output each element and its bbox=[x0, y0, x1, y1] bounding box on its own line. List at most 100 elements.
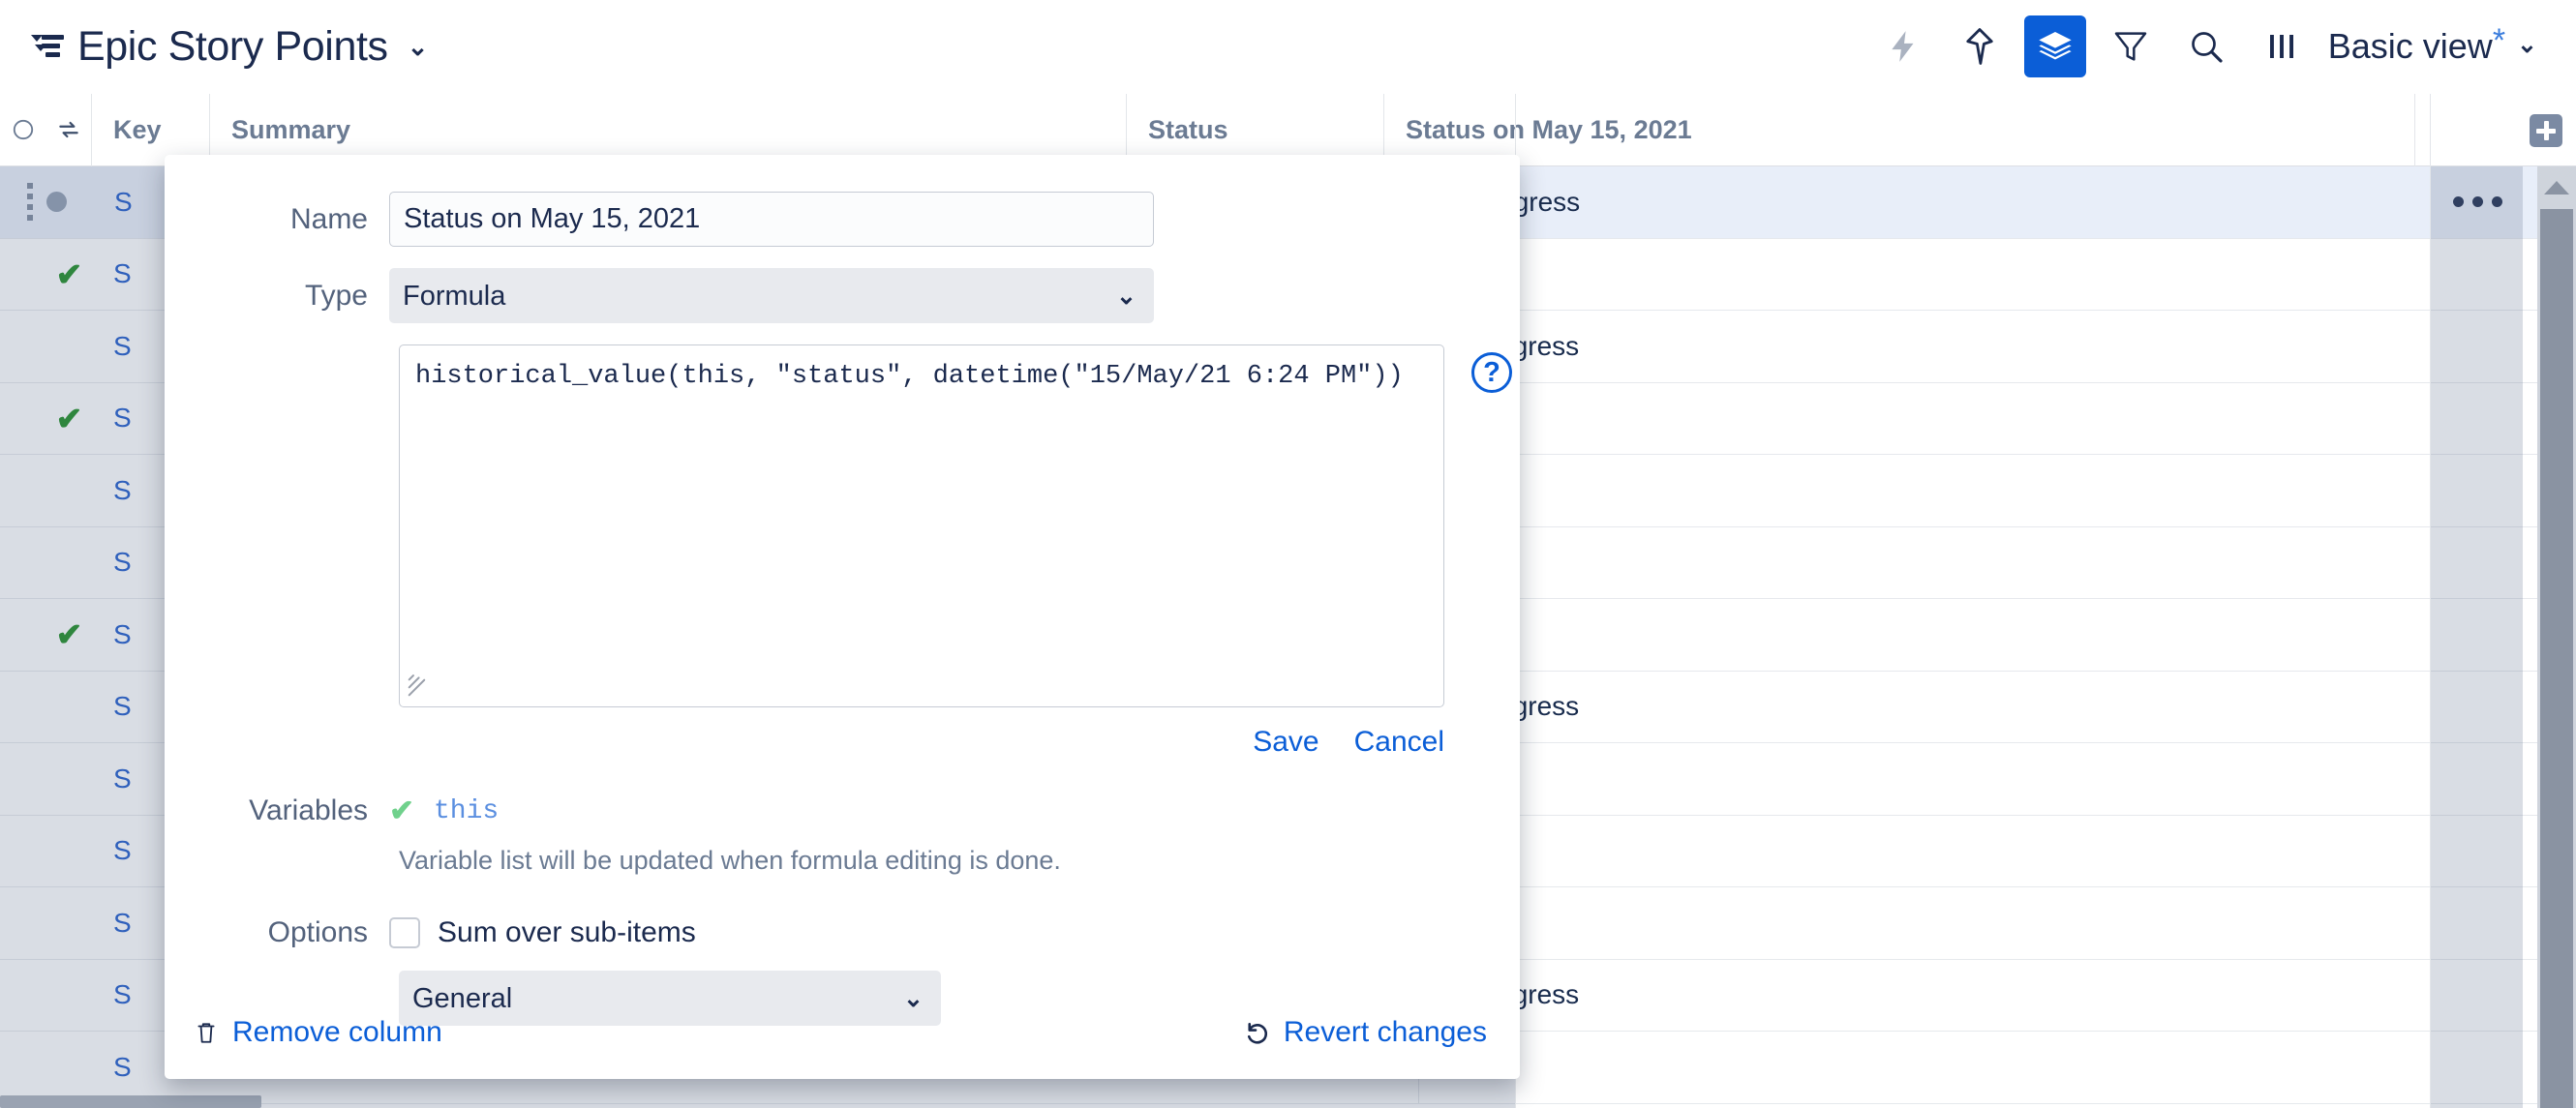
row-status-on-date-cell[interactable]: In Progress bbox=[1419, 166, 2334, 238]
column-header-status-circle[interactable] bbox=[0, 94, 46, 166]
add-column-button[interactable] bbox=[2530, 114, 2562, 147]
view-selector[interactable]: Basic view * ⌄ bbox=[2327, 22, 2537, 67]
sum-over-subitems-checkbox[interactable] bbox=[389, 917, 420, 948]
dialog-footer: Remove column Revert changes bbox=[165, 986, 1520, 1079]
search-icon[interactable] bbox=[2175, 15, 2237, 77]
column-settings-dialog: Name Type Formula ⌄ ? bbox=[165, 155, 1520, 1079]
row-check-cell[interactable]: ✔ bbox=[46, 239, 92, 311]
row-status-on-date-cell[interactable]: Done bbox=[1418, 238, 2333, 310]
revert-changes-label: Revert changes bbox=[1283, 1016, 1487, 1048]
row-check-cell[interactable] bbox=[46, 960, 92, 1032]
row-indicator bbox=[0, 816, 46, 887]
view-modified-marker: * bbox=[2492, 22, 2506, 59]
row-status-on-date-cell[interactable]: To Do bbox=[1418, 815, 2333, 886]
trash-icon bbox=[197, 1023, 215, 1043]
column-header-swap[interactable] bbox=[46, 93, 92, 166]
save-button[interactable]: Save bbox=[1253, 726, 1318, 759]
row-indicator bbox=[0, 960, 46, 1032]
row-check-cell[interactable]: ✔ bbox=[46, 383, 92, 455]
circle-status-icon bbox=[45, 192, 67, 213]
options-row: Options Sum over sub-items bbox=[165, 916, 1520, 949]
row-status-on-date-cell[interactable]: To Do bbox=[1418, 455, 2333, 526]
cancel-button[interactable]: Cancel bbox=[1354, 726, 1444, 759]
check-icon: ✔ bbox=[55, 616, 83, 653]
view-name-label: Basic view bbox=[2327, 26, 2493, 66]
check-icon: ✔ bbox=[55, 255, 83, 292]
formula-actions: Save Cancel bbox=[165, 726, 1444, 759]
type-select-wrapper: Formula ⌄ bbox=[389, 268, 1154, 323]
vertical-scrollbar[interactable] bbox=[2537, 166, 2576, 1108]
row-status-on-date-cell[interactable]: Done bbox=[1418, 382, 2333, 454]
row-status-on-date-cell[interactable]: In Progress bbox=[1418, 671, 2333, 742]
row-indicator bbox=[0, 239, 46, 311]
pin-icon[interactable] bbox=[1949, 15, 2011, 77]
column-divider bbox=[2430, 94, 2431, 1108]
board-title-group[interactable]: Epic Story Points ⌄ bbox=[31, 23, 428, 71]
row-check-cell[interactable] bbox=[46, 1032, 92, 1103]
revert-changes-button[interactable]: Revert changes bbox=[1241, 1016, 1487, 1049]
options-label: Options bbox=[267, 916, 368, 948]
scroll-up-arrow-icon[interactable] bbox=[2537, 166, 2576, 209]
row-drag-handle[interactable] bbox=[0, 166, 93, 238]
horizontal-scrollbar[interactable] bbox=[0, 1095, 261, 1108]
undo-icon bbox=[1247, 1022, 1267, 1044]
filter-icon[interactable] bbox=[2100, 15, 2162, 77]
row-check-cell[interactable] bbox=[46, 311, 92, 382]
more-options-icon[interactable] bbox=[2453, 196, 2502, 208]
formula-editor-wrapper: ? bbox=[399, 344, 1512, 712]
type-label: Type bbox=[304, 279, 368, 312]
name-label: Name bbox=[289, 202, 368, 235]
type-field-row: Type Formula ⌄ bbox=[165, 268, 1520, 323]
row-check-cell[interactable] bbox=[46, 527, 92, 599]
help-question-icon[interactable]: ? bbox=[1471, 352, 1512, 393]
row-status-on-date-cell[interactable]: To Do bbox=[1418, 1032, 2333, 1103]
row-status-on-date-cell[interactable]: In Progress bbox=[1418, 959, 2333, 1031]
row-indicator bbox=[0, 599, 46, 671]
row-indicator bbox=[0, 743, 46, 815]
row-check-cell[interactable] bbox=[46, 743, 92, 815]
variables-label: Variables bbox=[249, 794, 368, 826]
variables-note: Variable list will be updated when formu… bbox=[399, 846, 1061, 875]
scrollbar-thumb[interactable] bbox=[2540, 209, 2573, 1108]
variable-item[interactable]: this bbox=[434, 796, 499, 826]
remove-column-button[interactable]: Remove column bbox=[194, 1016, 442, 1049]
row-indicator bbox=[0, 887, 46, 959]
check-icon: ✔ bbox=[389, 794, 414, 827]
app-root: Epic Story Points ⌄ Basic view * ⌄ Key S… bbox=[0, 0, 2576, 1108]
row-status-on-date-cell[interactable]: To Do bbox=[1418, 887, 2333, 959]
row-indicator bbox=[0, 455, 46, 526]
grid-logo-icon bbox=[31, 32, 64, 61]
remove-column-label: Remove column bbox=[232, 1016, 442, 1048]
name-input[interactable] bbox=[389, 192, 1154, 247]
top-bar: Epic Story Points ⌄ Basic view * ⌄ bbox=[0, 0, 2576, 94]
chevron-down-icon[interactable]: ⌄ bbox=[408, 32, 429, 62]
column-header-status-on-date[interactable]: Status on May 15, 2021 bbox=[1384, 93, 2415, 166]
row-check-cell[interactable]: ✔ bbox=[46, 599, 92, 671]
columns-icon[interactable] bbox=[2251, 15, 2313, 77]
row-indicator bbox=[0, 672, 46, 743]
layers-icon[interactable] bbox=[2023, 15, 2086, 77]
row-status-on-date-cell[interactable]: Done bbox=[1418, 599, 2333, 671]
check-icon: ✔ bbox=[55, 400, 83, 436]
sum-over-subitems-label: Sum over sub-items bbox=[438, 916, 696, 948]
toolbar: Basic view * ⌄ bbox=[1860, 15, 2537, 77]
drag-dots-icon[interactable] bbox=[26, 183, 37, 222]
row-check-cell[interactable] bbox=[46, 887, 92, 959]
row-check-cell[interactable] bbox=[46, 816, 92, 887]
variables-row: Variables ✔ this bbox=[165, 794, 1520, 828]
row-indicator bbox=[0, 311, 46, 382]
lightning-bolt-icon[interactable] bbox=[1873, 15, 1935, 77]
formula-input[interactable] bbox=[399, 344, 1444, 707]
row-status-on-date-cell[interactable]: To Do bbox=[1418, 526, 2333, 598]
name-field-row: Name bbox=[165, 192, 1520, 247]
row-indicator bbox=[0, 383, 46, 455]
row-check-cell[interactable] bbox=[46, 455, 92, 526]
chevron-down-icon: ⌄ bbox=[2517, 31, 2537, 58]
page-title: Epic Story Points bbox=[77, 22, 388, 70]
row-indicator bbox=[0, 1032, 46, 1103]
type-select[interactable]: Formula bbox=[389, 268, 1154, 323]
row-status-on-date-cell[interactable]: To Do bbox=[1418, 743, 2333, 815]
row-status-on-date-cell[interactable]: In Progress bbox=[1418, 311, 2333, 382]
row-check-cell[interactable] bbox=[46, 672, 92, 743]
row-indicator bbox=[0, 527, 46, 599]
